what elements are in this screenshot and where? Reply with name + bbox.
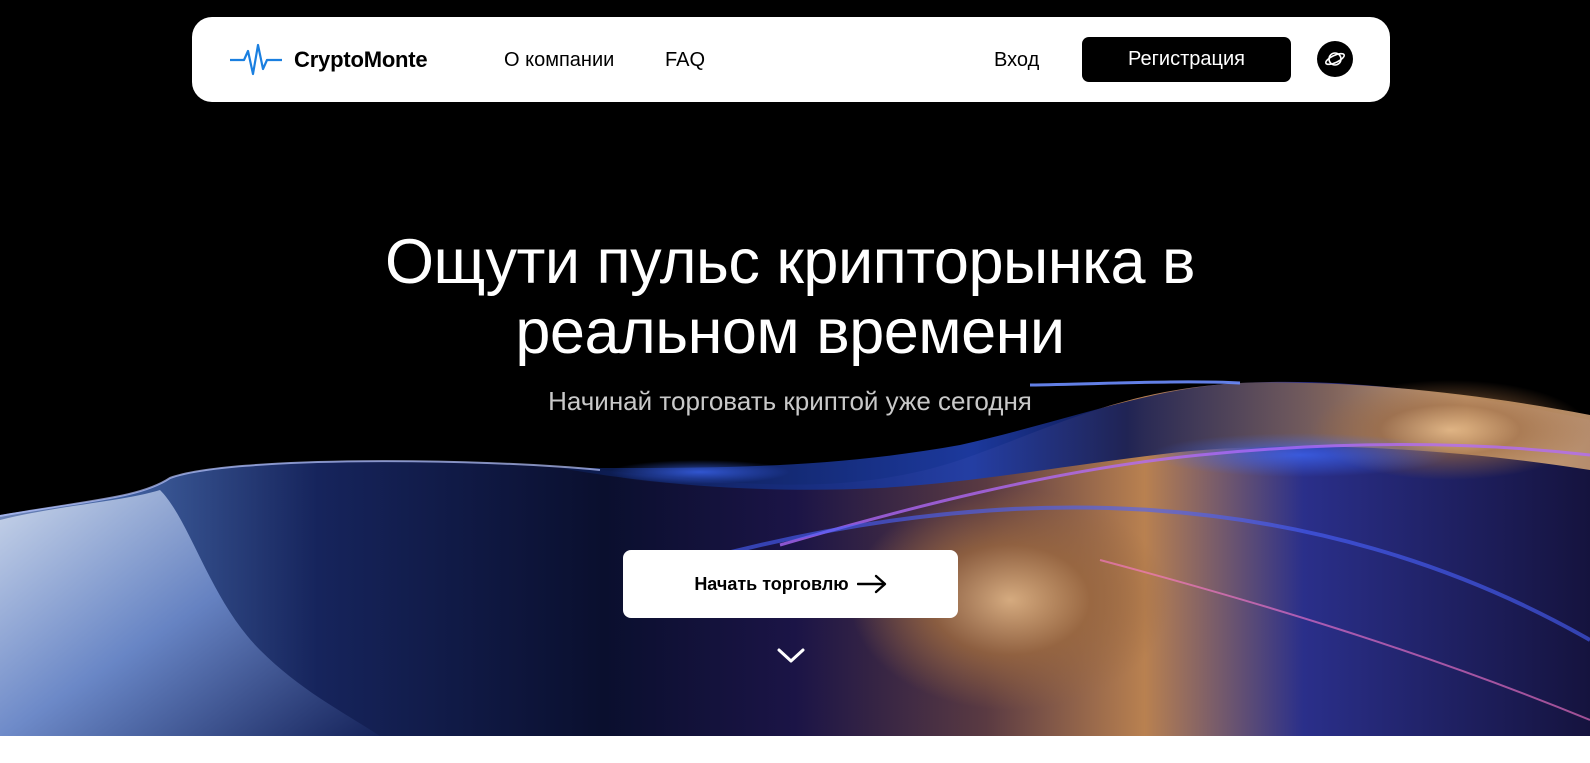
page: CryptoMonte О компании FAQ Вход Регистра… [0,0,1590,763]
arrow-right-icon [856,574,886,594]
login-link[interactable]: Вход [994,47,1039,73]
chevron-down-icon [777,648,805,663]
logo-text: CryptoMonte [294,47,428,72]
nav-about-link[interactable]: О компании [504,47,614,73]
nav-faq-link[interactable]: FAQ [665,47,705,73]
logo-link[interactable]: CryptoMonte [230,41,428,79]
start-trading-button[interactable]: Начать торговлю [623,550,958,618]
register-button[interactable]: Регистрация [1082,37,1291,82]
hero-subtitle: Начинай торговать криптой уже сегодня [548,386,1032,416]
globe-icon [1325,52,1345,66]
scroll-down-button[interactable] [775,643,807,667]
hero-title: Ощути пульс крипторынка в реальном време… [384,227,1196,367]
language-button[interactable] [1317,41,1353,77]
site-header: CryptoMonte О компании FAQ Вход Регистра… [192,17,1390,102]
start-trading-label: Начать торговлю [694,573,849,594]
bottom-strip [0,736,1590,763]
pulse-icon [230,43,282,76]
hero-wave-background [0,380,1590,736]
